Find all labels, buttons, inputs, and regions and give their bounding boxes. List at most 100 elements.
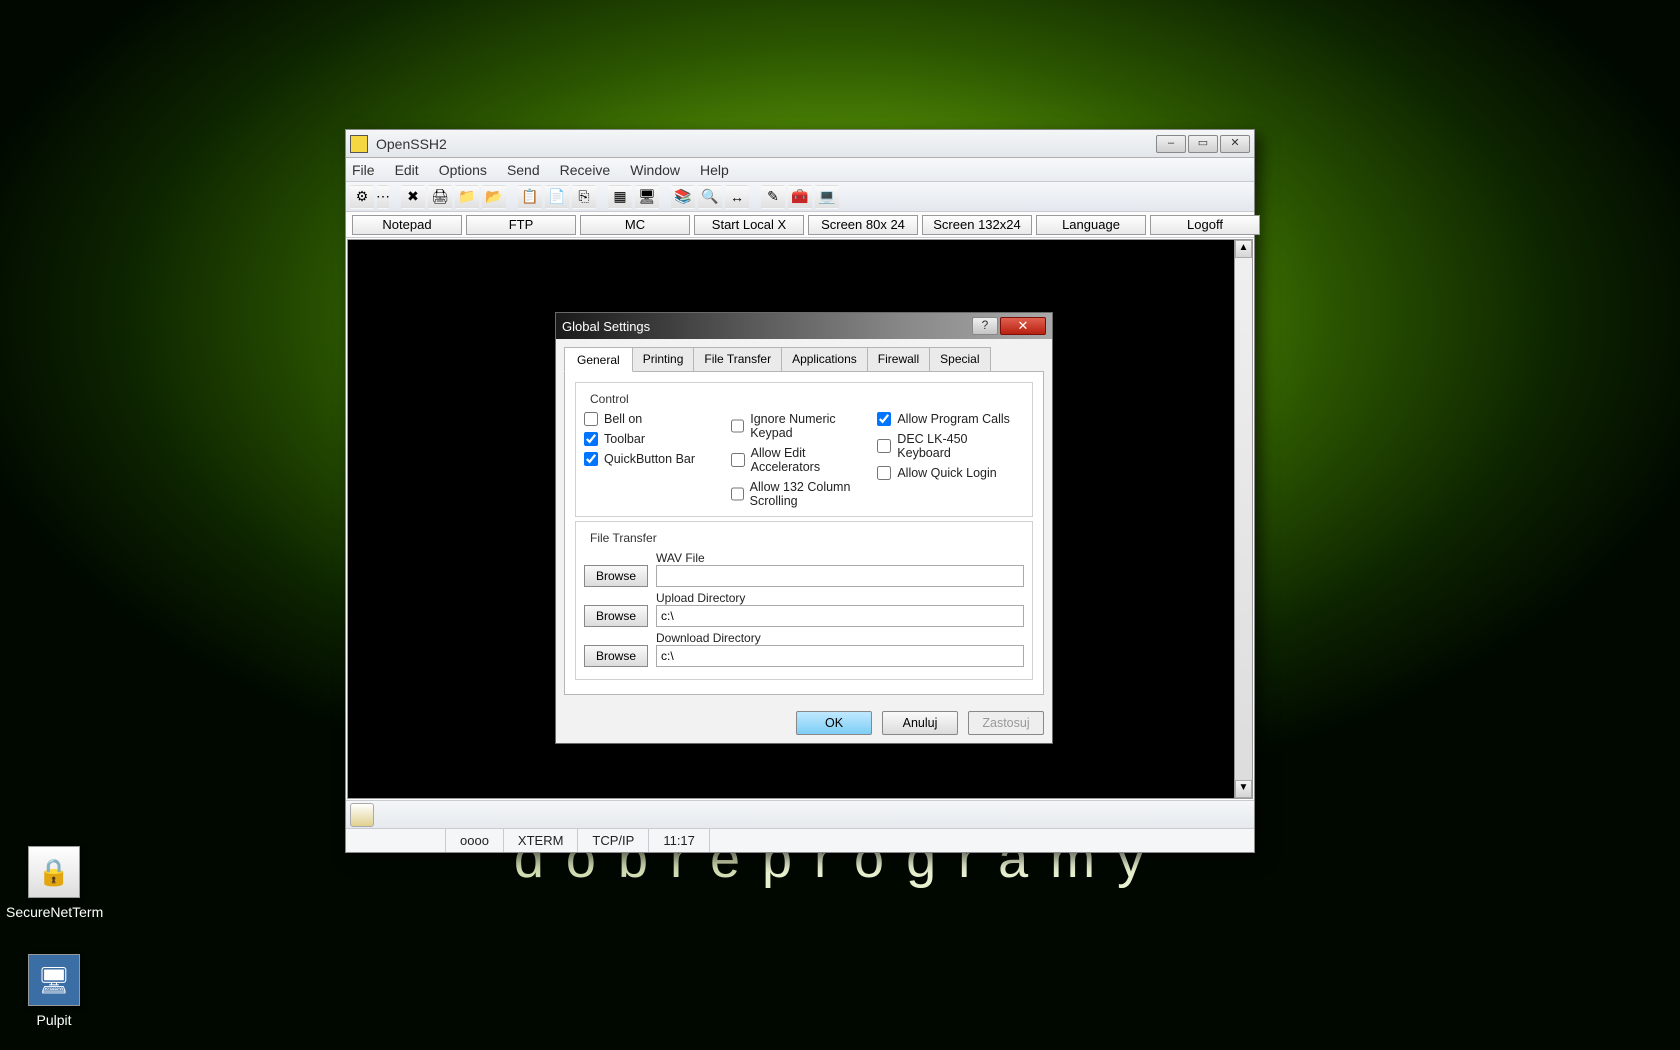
status-proto: TCP/IP: [578, 829, 649, 852]
desktop: dobreprogramy 🔒 SecureNetTerm 🖥 Pulpit O…: [0, 0, 1680, 1050]
desktop-icon-label: Pulpit: [6, 1012, 102, 1028]
chk-programcalls[interactable]: Allow Program Calls: [877, 412, 1024, 426]
close-button[interactable]: ✕: [1220, 135, 1250, 153]
menu-file[interactable]: File: [352, 162, 375, 178]
dialog-help-button[interactable]: ?: [972, 317, 998, 335]
global-settings-dialog: Global Settings ? ✕ General Printing Fil…: [555, 312, 1053, 744]
terminal-scrollbar[interactable]: ▲ ▼: [1234, 240, 1252, 798]
minimize-button[interactable]: –: [1156, 135, 1186, 153]
menu-send[interactable]: Send: [507, 162, 540, 178]
toolbar-disconnect-icon[interactable]: ✖: [401, 185, 425, 209]
chk-input[interactable]: [731, 453, 745, 467]
download-label: Download Directory: [656, 631, 1024, 645]
palette-icon[interactable]: [350, 803, 374, 827]
toolbar-folder-icon[interactable]: 📂: [482, 185, 506, 209]
quick-language[interactable]: Language: [1036, 215, 1146, 235]
status-term: XTERM: [504, 829, 579, 852]
toolbar: ⚙ ⋯ ✖ 🖨 📁 📂 📋 📄 ⎘ ▦ 🖥 📚 🔍 ↔ ✎ 🧰 💻: [346, 182, 1254, 212]
menu-window[interactable]: Window: [630, 162, 680, 178]
chk-input[interactable]: [584, 432, 598, 446]
chk-toolbar[interactable]: Toolbar: [584, 432, 731, 446]
toolbar-dropdown-icon[interactable]: ⋯: [377, 185, 389, 209]
toolbar-grid-icon[interactable]: ▦: [608, 185, 632, 209]
scroll-up-icon[interactable]: ▲: [1235, 240, 1252, 258]
tab-general[interactable]: General: [564, 347, 633, 372]
dialog-body: General Printing File Transfer Applicati…: [556, 339, 1052, 703]
toolbar-find-icon[interactable]: 🔍: [698, 185, 722, 209]
chk-input[interactable]: [584, 412, 598, 426]
download-dir-input[interactable]: [656, 645, 1024, 667]
toolbar-book-icon[interactable]: 📚: [671, 185, 695, 209]
chk-bellon[interactable]: Bell on: [584, 412, 731, 426]
wav-label: WAV File: [656, 551, 1024, 565]
menu-receive[interactable]: Receive: [560, 162, 611, 178]
chk-input[interactable]: [584, 452, 598, 466]
bottom-toolbar: [346, 800, 1254, 828]
maximize-button[interactable]: ▭: [1188, 135, 1218, 153]
chk-input[interactable]: [877, 466, 891, 480]
browse-wav-button[interactable]: Browse: [584, 565, 648, 587]
quick-screen132[interactable]: Screen 132x24: [922, 215, 1032, 235]
chk-input[interactable]: [877, 412, 891, 426]
quick-ftp[interactable]: FTP: [466, 215, 576, 235]
group-control: Control Bell on Toolbar QuickButton Bar …: [575, 382, 1033, 517]
chk-input[interactable]: [731, 487, 744, 501]
chk-input[interactable]: [731, 419, 745, 433]
chk-132scroll[interactable]: Allow 132 Column Scrolling: [731, 480, 878, 508]
toolbar-terminal-icon[interactable]: 💻: [815, 185, 839, 209]
browse-download-button[interactable]: Browse: [584, 645, 648, 667]
group-filetransfer: File Transfer WAV File Browse Upload Dir…: [575, 521, 1033, 680]
menu-help[interactable]: Help: [700, 162, 729, 178]
chk-quickbutton[interactable]: QuickButton Bar: [584, 452, 731, 466]
menu-options[interactable]: Options: [439, 162, 487, 178]
status-time: 11:17: [649, 829, 710, 852]
quick-logoff[interactable]: Logoff: [1150, 215, 1260, 235]
toolbar-duplicate-icon[interactable]: ⎘: [572, 185, 596, 209]
dialog-close-button[interactable]: ✕: [1000, 317, 1046, 335]
quickbutton-bar: Notepad FTP MC Start Local X Screen 80x …: [346, 212, 1254, 238]
quick-mc[interactable]: MC: [580, 215, 690, 235]
tab-applications[interactable]: Applications: [781, 347, 868, 371]
desktop-icon-securenetterm[interactable]: 🔒 SecureNetTerm: [6, 846, 102, 920]
chk-ignorekeypad[interactable]: Ignore Numeric Keypad: [731, 412, 878, 440]
quick-startlocalx[interactable]: Start Local X: [694, 215, 804, 235]
titlebar[interactable]: OpenSSH2 – ▭ ✕: [346, 130, 1254, 158]
group-legend: Control: [586, 392, 633, 406]
tab-firewall[interactable]: Firewall: [867, 347, 930, 371]
toolbar-tools-icon[interactable]: 🧰: [788, 185, 812, 209]
scroll-down-icon[interactable]: ▼: [1235, 780, 1252, 798]
wav-file-input[interactable]: [656, 565, 1024, 587]
toolbar-edit-icon[interactable]: ✎: [761, 185, 785, 209]
status-empty: [346, 829, 446, 852]
group-legend: File Transfer: [586, 531, 661, 545]
chk-lk450[interactable]: DEC LK-450 Keyboard: [877, 432, 1024, 460]
menu-edit[interactable]: Edit: [395, 162, 419, 178]
tab-special[interactable]: Special: [929, 347, 990, 371]
toolbar-settings-icon[interactable]: ⚙: [350, 185, 374, 209]
toolbar-host-icon[interactable]: 🖥: [635, 185, 659, 209]
chk-editaccel[interactable]: Allow Edit Accelerators: [731, 446, 878, 474]
toolbar-paste-icon[interactable]: 📄: [545, 185, 569, 209]
desktop-icon-pulpit[interactable]: 🖥 Pulpit: [6, 954, 102, 1028]
toolbar-open-icon[interactable]: 📁: [455, 185, 479, 209]
chk-quicklogin[interactable]: Allow Quick Login: [877, 466, 1024, 480]
chk-input[interactable]: [877, 439, 891, 453]
quick-screen80[interactable]: Screen 80x 24: [808, 215, 918, 235]
monitor-icon: 🖥: [28, 954, 80, 1006]
cancel-button[interactable]: Anuluj: [882, 711, 958, 735]
quick-notepad[interactable]: Notepad: [352, 215, 462, 235]
dialog-titlebar[interactable]: Global Settings ? ✕: [556, 313, 1052, 339]
toolbar-print-icon[interactable]: 🖨: [428, 185, 452, 209]
upload-dir-input[interactable]: [656, 605, 1024, 627]
toolbar-copy-icon[interactable]: 📋: [518, 185, 542, 209]
upload-label: Upload Directory: [656, 591, 1024, 605]
browse-upload-button[interactable]: Browse: [584, 605, 648, 627]
desktop-icon-label: SecureNetTerm: [6, 904, 102, 920]
tab-printing[interactable]: Printing: [632, 347, 695, 371]
menubar: File Edit Options Send Receive Window He…: [346, 158, 1254, 182]
tab-filetransfer[interactable]: File Transfer: [693, 347, 782, 371]
ok-button[interactable]: OK: [796, 711, 872, 735]
toolbar-transfer-icon[interactable]: ↔: [725, 185, 749, 209]
apply-button[interactable]: Zastosuj: [968, 711, 1044, 735]
app-icon: [350, 135, 368, 153]
